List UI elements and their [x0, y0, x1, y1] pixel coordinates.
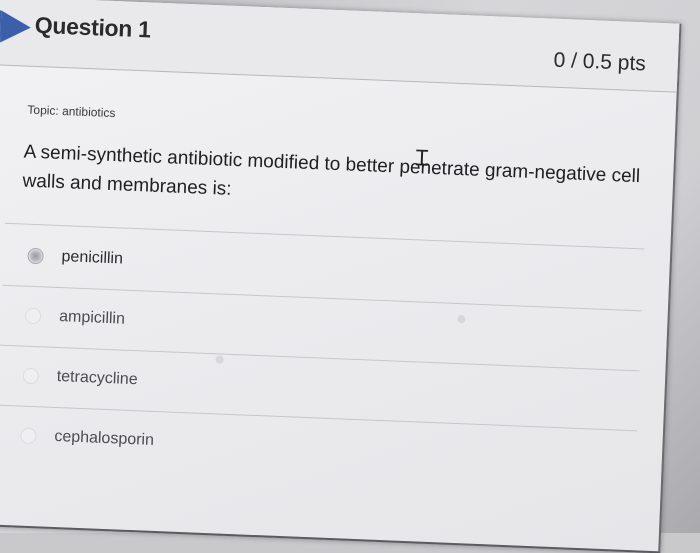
screen-smudge	[215, 355, 224, 364]
radio-button[interactable]	[24, 307, 42, 325]
radio-button[interactable]	[27, 247, 44, 265]
option-label: penicillin	[61, 248, 124, 268]
question-text: A semi-synthetic antibiotic modified to …	[22, 141, 641, 200]
option-label: tetracycline	[56, 367, 138, 389]
radio-button[interactable]	[20, 427, 37, 445]
option-label: ampicillin	[58, 308, 126, 328]
radio-button[interactable]	[22, 367, 40, 385]
quiz-question-card: Question 1 0 / 0.5 pts Topic: antibiotic…	[0, 0, 682, 553]
question-arrow-tip-icon	[0, 10, 32, 44]
question-points: 0 / 0.5 pts	[553, 48, 647, 76]
question-topic: Topic: antibiotics	[27, 102, 116, 121]
option-label: cephalosporin	[54, 427, 155, 449]
text-cursor-icon: Ɪ	[415, 146, 429, 172]
question-title: Question 1	[34, 11, 152, 43]
